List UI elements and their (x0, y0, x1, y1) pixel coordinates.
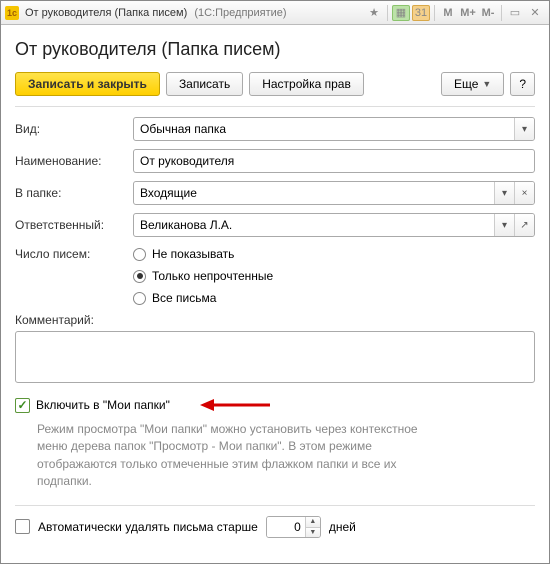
chevron-down-icon: ▼ (482, 79, 491, 89)
radio-icon (133, 248, 146, 261)
app-icon: 1c (5, 6, 19, 20)
include-checkbox[interactable]: ✓ (15, 398, 30, 413)
m-minus-button[interactable]: M- (479, 5, 497, 21)
autodelete-checkbox[interactable] (15, 519, 30, 534)
m-button[interactable]: M (439, 5, 457, 21)
folder-label: В папке: (15, 186, 133, 200)
minimize-button[interactable]: ▭ (506, 5, 524, 21)
save-close-button[interactable]: Записать и закрыть (15, 72, 160, 96)
autodelete-label: Автоматически удалять письма старше (38, 520, 258, 534)
kind-label: Вид: (15, 122, 133, 136)
window-title: От руководителя (Папка писем) (1С:Предпр… (25, 7, 287, 19)
close-button[interactable]: ✕ (526, 5, 544, 21)
radio-all[interactable]: Все письма (133, 291, 273, 305)
arrow-annotation (200, 397, 270, 413)
help-button[interactable]: ? (510, 72, 535, 96)
name-label: Наименование: (15, 154, 133, 168)
page-title: От руководителя (Папка писем) (15, 39, 535, 60)
owner-select[interactable]: ▾ ↗ (133, 213, 535, 237)
kind-input[interactable] (134, 118, 514, 140)
folder-select[interactable]: ▾ × (133, 181, 535, 205)
include-hint: Режим просмотра "Мои папки" можно устано… (15, 419, 445, 493)
radio-icon (133, 270, 146, 283)
toolbar: Записать и закрыть Записать Настройка пр… (15, 72, 535, 107)
rights-button[interactable]: Настройка прав (249, 72, 364, 96)
calc-icon[interactable]: ▦ (392, 5, 410, 21)
calendar-icon[interactable]: 31 (412, 5, 430, 21)
dropdown-icon[interactable]: ▾ (494, 214, 514, 236)
radio-icon (133, 292, 146, 305)
open-icon[interactable]: ↗ (514, 214, 534, 236)
m-plus-button[interactable]: M+ (459, 5, 477, 21)
comment-label: Комментарий: (15, 313, 535, 327)
more-button[interactable]: Еще▼ (441, 72, 504, 96)
save-button[interactable]: Записать (166, 72, 243, 96)
comment-textarea[interactable] (15, 331, 535, 383)
radio-unread[interactable]: Только непрочтенные (133, 269, 273, 283)
step-down-icon[interactable]: ▼ (306, 527, 320, 537)
count-label: Число писем: (15, 245, 133, 261)
favorite-icon[interactable]: ★ (365, 5, 383, 21)
radio-none[interactable]: Не показывать (133, 247, 273, 261)
folder-input[interactable] (134, 182, 494, 204)
name-field[interactable] (133, 149, 535, 173)
separator (15, 505, 535, 506)
check-icon: ✓ (17, 399, 27, 411)
days-stepper[interactable]: ▲ ▼ (266, 516, 321, 538)
step-up-icon[interactable]: ▲ (306, 517, 320, 527)
include-label: Включить в "Мои папки" (36, 398, 170, 412)
dropdown-icon[interactable]: ▾ (494, 182, 514, 204)
titlebar: 1c От руководителя (Папка писем) (1С:Пре… (1, 1, 549, 25)
owner-label: Ответственный: (15, 218, 133, 232)
dropdown-icon[interactable]: ▾ (514, 118, 534, 140)
owner-input[interactable] (134, 214, 494, 236)
kind-select[interactable]: ▾ (133, 117, 535, 141)
clear-icon[interactable]: × (514, 182, 534, 204)
days-unit: дней (329, 520, 356, 534)
name-input[interactable] (134, 150, 534, 172)
days-input[interactable] (267, 517, 305, 537)
